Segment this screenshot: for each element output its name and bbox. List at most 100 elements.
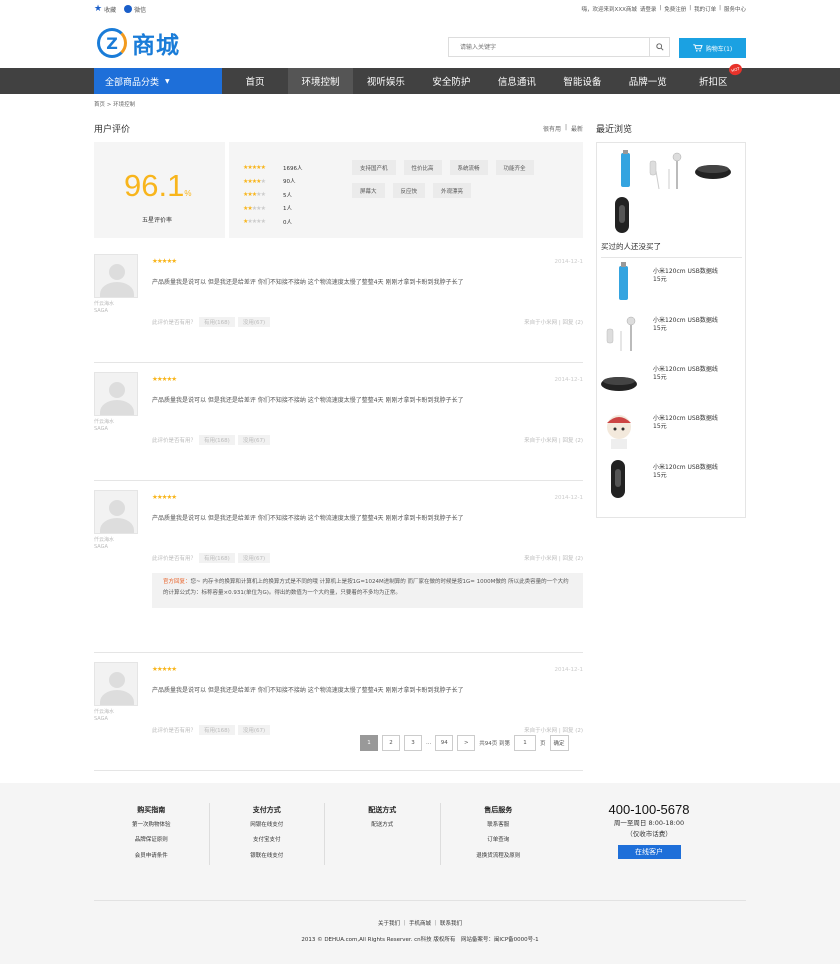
also-bought-item[interactable]: 小米120cm USB数据线 15元: [601, 358, 743, 406]
search-bar: [448, 37, 670, 57]
review-text: 产品质量我是说可以 但是我还是给差评 你们不知接不接纳 这个物流速度太慢了整整4…: [152, 397, 464, 404]
review-tag[interactable]: 反应快: [392, 183, 426, 198]
footer-link[interactable]: 会员申请条件: [94, 849, 209, 865]
recent-earphones-icon[interactable]: [649, 152, 682, 190]
search-button[interactable]: [650, 37, 670, 57]
footer-link[interactable]: 银联在线支付: [210, 849, 325, 865]
review-source[interactable]: 来自于小米网 | 回复 (2): [524, 436, 583, 444]
helpful-no-button[interactable]: 没用(67): [237, 725, 271, 735]
search-icon: [655, 43, 664, 51]
footer-column-title: 支付方式: [252, 806, 281, 814]
distribution-stars-icon: ★★★★★: [243, 164, 266, 172]
distribution-row: ★★★★★ 90人: [243, 175, 303, 189]
footer-link[interactable]: 联系客服: [441, 818, 557, 834]
recent-usb-cable-icon[interactable]: [621, 150, 630, 187]
review-tag[interactable]: 性价比高: [403, 160, 442, 175]
also-bought-item[interactable]: 小米120cm USB数据线 15元: [601, 260, 743, 308]
service-center-link[interactable]: 服务中心: [724, 5, 746, 13]
my-orders-link[interactable]: 我的订单: [694, 5, 716, 13]
recent-tv-box-icon[interactable]: [695, 165, 731, 179]
footer: 购买指南 第一次购物体验 品牌保证原则 会员申请条件 支付方式网银在线支付 支付宝支付 银联…: [0, 783, 840, 964]
nav-item-home[interactable]: 首页: [222, 68, 287, 94]
footer-link[interactable]: 退换货流程及原则: [441, 849, 557, 865]
login-link[interactable]: 请登录: [640, 5, 657, 13]
review-helpful: 此评价是否有用？ 有用(168) 没用(67): [152, 725, 271, 735]
logo-text: 商城: [132, 33, 180, 59]
page-confirm-button[interactable]: 确定: [549, 735, 569, 751]
nav-item-communication[interactable]: 信息通讯: [484, 68, 549, 94]
wechat-link[interactable]: 微信: [124, 5, 146, 14]
nav-item-security[interactable]: 安全防护: [419, 68, 484, 94]
helpful-yes-button[interactable]: 有用(168): [199, 317, 235, 327]
page-3-button[interactable]: 3: [404, 735, 422, 751]
cart-button[interactable]: 购物车(1): [679, 38, 746, 58]
review-username: 仟云海水 SAGA: [94, 537, 115, 550]
usb-cable-icon: [619, 262, 628, 300]
review-source[interactable]: 来自于小米网 | 回复 (2): [524, 318, 583, 326]
distribution-stars-icon: ★★★★★: [243, 218, 266, 226]
logo[interactable]: Z 商城: [97, 26, 180, 60]
breadcrumb[interactable]: 首页 > 环境控制: [94, 102, 135, 108]
review-source[interactable]: 来自于小米网 | 回复 (2): [524, 726, 583, 734]
sort-latest-link[interactable]: 最新: [571, 124, 583, 133]
review-stars-icon: ★★★★★: [152, 493, 177, 501]
nav-item-brands[interactable]: 品牌一览: [615, 68, 680, 94]
also-bought-name: 小米120cm USB数据线 15元: [653, 317, 718, 332]
footer-links[interactable]: 关于我们 ｜ 手机商城 ｜ 联系我们: [0, 919, 840, 927]
distribution-row: ★★★★★ 5人: [243, 188, 303, 202]
helpful-no-button[interactable]: 没用(67): [237, 317, 271, 327]
review-date: 2014-12-1: [554, 495, 583, 501]
nav-item-discount[interactable]: 折扣区 HOT: [681, 62, 746, 94]
helpful-no-button[interactable]: 没用(67): [237, 435, 271, 445]
also-bought-item[interactable]: 小米120cm USB数据线 15元: [601, 456, 743, 504]
online-service-button[interactable]: 在线客户: [617, 845, 681, 859]
top-bar: ★ 收藏 微信 嗨，欢迎来到XXX商城 请登录 | 免费注册 | 我的订单 | 服…: [0, 0, 840, 18]
footer-link[interactable]: 第一次购物体验: [94, 818, 209, 834]
page-2-button[interactable]: 2: [382, 735, 400, 751]
review-source[interactable]: 来自于小米网 | 回复 (2): [524, 554, 583, 562]
nav-item-environment[interactable]: 环境控制: [287, 68, 354, 94]
nav-item-entertainment[interactable]: 视听娱乐: [353, 68, 418, 94]
next-page-button[interactable]: >: [457, 735, 476, 751]
sort-useful-link[interactable]: 很有用: [543, 124, 561, 133]
helpful-yes-button[interactable]: 有用(168): [199, 435, 235, 445]
helpful-yes-button[interactable]: 有用(168): [199, 725, 235, 735]
review-stars-icon: ★★★★★: [152, 257, 177, 265]
nav-item-smart-devices[interactable]: 智能设备: [550, 68, 615, 94]
page-94-button[interactable]: 94: [435, 735, 454, 751]
cart-icon: [692, 44, 703, 52]
page-total-text: 共94页 到第: [479, 741, 510, 747]
search-input[interactable]: [448, 37, 650, 57]
review-tag[interactable]: 功能齐全: [495, 160, 534, 175]
recent-band-icon[interactable]: [615, 197, 629, 233]
review-helpful: 此评价是否有用？ 有用(168) 没用(67): [152, 435, 271, 445]
review-date: 2014-12-1: [554, 259, 583, 265]
breadcrumb-bar: 首页 > 环境控制: [0, 94, 840, 114]
footer-column: 购买指南 第一次购物体验 品牌保证原则 会员申请条件: [94, 803, 210, 865]
review-tag[interactable]: 外观漂亮: [433, 183, 472, 198]
footer-link[interactable]: 配送方式: [325, 818, 440, 834]
footer-column: 售后服务 联系客服 订单查询 退换货流程及原则: [441, 803, 557, 865]
review-tag[interactable]: 屏幕大: [352, 183, 385, 198]
page-1-button[interactable]: 1: [360, 735, 378, 751]
helpful-yes-button[interactable]: 有用(168): [199, 553, 235, 563]
all-categories-menu[interactable]: 全部商品分类 ▼: [94, 68, 223, 94]
also-bought-item[interactable]: 小米120cm USB数据线 15元: [601, 407, 743, 455]
review-tag[interactable]: 系统流畅: [449, 160, 488, 175]
footer-link[interactable]: 品牌保证原则: [94, 833, 209, 849]
favorite-link[interactable]: ★ 收藏: [94, 4, 116, 14]
register-link[interactable]: 免费注册: [664, 5, 686, 13]
avatar: [94, 490, 138, 534]
helpful-no-button[interactable]: 没用(67): [237, 553, 271, 563]
main-nav: 全部商品分类 ▼ 首页 环境控制 视听娱乐 安全防护 信息通讯 智能设备 品牌一…: [0, 62, 840, 94]
footer-link[interactable]: 网银在线支付: [210, 818, 325, 834]
review-list: 仟云海水 SAGA ★★★★★ 2014-12-1 产品质量我是说可以 但是我还是给差评…: [94, 254, 583, 771]
footer-link[interactable]: 支付宝支付: [210, 833, 325, 849]
also-bought-item[interactable]: 小米120cm USB数据线 15元: [601, 309, 743, 357]
page-jump-input[interactable]: 1: [514, 735, 536, 751]
review-stars-icon: ★★★★★: [152, 665, 177, 673]
top-bar-right: 嗨，欢迎来到XXX商城 请登录 | 免费注册 | 我的订单 | 服务中心: [581, 5, 746, 13]
footer-link[interactable]: 订单查询: [441, 833, 557, 849]
review-tag[interactable]: 支持国产机: [352, 160, 396, 175]
welcome-text: 嗨，欢迎来到XXX商城: [581, 7, 637, 13]
